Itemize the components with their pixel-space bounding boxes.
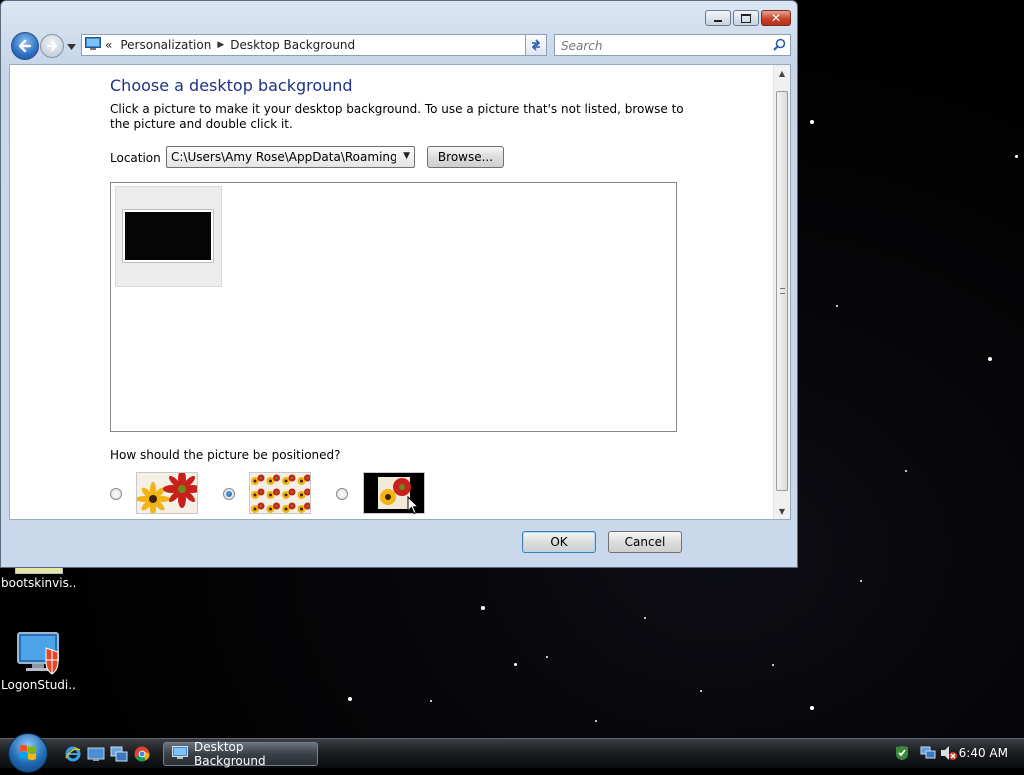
search-input[interactable] — [559, 36, 763, 56]
position-radio-fit[interactable] — [110, 488, 122, 500]
picture-thumbnail[interactable] — [115, 186, 222, 287]
tiled-flower-image-icon — [250, 473, 310, 513]
desktop-background-window: ✕ « Personalization ▶ Desktop Background — [0, 0, 798, 568]
back-arrow-icon — [18, 39, 32, 53]
search-icon[interactable] — [773, 38, 786, 54]
restore-icon — [741, 13, 751, 23]
page-description: Click a picture to make it your desktop … — [110, 102, 684, 131]
scroll-down-icon[interactable]: ▼ — [774, 503, 790, 519]
desktop-icon-label: bootskinvis... — [1, 576, 77, 590]
show-desktop-icon[interactable] — [87, 745, 105, 763]
close-button[interactable]: ✕ — [761, 10, 791, 26]
address-row: « Personalization ▶ Desktop Background — [9, 31, 791, 60]
vertical-scrollbar[interactable]: ▲ ▼ — [773, 65, 790, 519]
chevron-down-icon — [67, 44, 76, 50]
page-title: Choose a desktop background — [110, 76, 353, 95]
maximize-button[interactable] — [733, 10, 759, 26]
control-panel-icon — [172, 745, 188, 763]
address-bar[interactable]: « Personalization ▶ Desktop Background — [81, 34, 547, 56]
position-question: How should the picture be positioned? — [110, 448, 341, 462]
breadcrumb-separator-icon[interactable]: ▶ — [217, 40, 224, 50]
back-button[interactable] — [11, 32, 39, 60]
minimize-icon — [714, 19, 722, 22]
network-icon[interactable] — [920, 745, 936, 764]
browse-button[interactable]: Browse... — [427, 146, 504, 168]
dialog-footer: OK Cancel — [9, 520, 791, 560]
ok-button[interactable]: OK — [522, 531, 596, 553]
forward-button[interactable] — [40, 34, 64, 58]
taskbar: Desktop Background 6:40 AM — [0, 733, 1024, 773]
close-icon: ✕ — [770, 11, 782, 25]
scroll-up-icon[interactable]: ▲ — [774, 65, 790, 81]
breadcrumb-overflow-chevron[interactable]: « — [105, 38, 112, 52]
windows-logo-icon — [20, 745, 36, 760]
location-value: C:\Users\Amy Rose\AppData\Roaming\Mi — [171, 150, 396, 164]
position-radio-tile[interactable] — [223, 488, 235, 500]
location-select[interactable]: C:\Users\Amy Rose\AppData\Roaming\Mi ▼ — [166, 146, 415, 168]
control-panel-icon — [85, 36, 101, 54]
switch-windows-icon[interactable] — [110, 745, 128, 763]
location-label: Location — [110, 151, 161, 165]
content-pane: Choose a desktop background Click a pict… — [9, 64, 791, 520]
position-tile-preview[interactable] — [249, 472, 311, 514]
start-button[interactable] — [8, 733, 48, 773]
monitor-shield-icon — [16, 630, 62, 676]
minimize-button[interactable] — [705, 10, 731, 26]
chevron-down-icon: ▼ — [403, 151, 410, 161]
notification-area: 6:40 AM — [884, 739, 1024, 769]
mouse-cursor-icon — [407, 496, 419, 515]
internet-explorer-icon[interactable] — [64, 745, 82, 763]
refresh-button[interactable] — [525, 34, 547, 56]
taskbar-button-label: Desktop Background — [194, 740, 266, 768]
recent-pages-dropdown[interactable] — [67, 39, 76, 53]
picture-list[interactable] — [110, 182, 677, 432]
chrome-icon[interactable] — [133, 745, 151, 763]
refresh-icon — [531, 39, 541, 51]
breadcrumb-personalization[interactable]: Personalization — [120, 38, 211, 52]
volume-muted-icon[interactable] — [940, 745, 958, 764]
breadcrumb-desktop-background[interactable]: Desktop Background — [230, 38, 355, 52]
position-fit-preview[interactable] — [136, 472, 198, 514]
scroll-thumb[interactable] — [776, 91, 788, 491]
desktop-icon-label: LogonStudi... — [1, 678, 77, 692]
cancel-button[interactable]: Cancel — [608, 531, 682, 553]
thumbnail-image — [122, 209, 214, 263]
caption-buttons: ✕ — [705, 10, 791, 26]
position-radio-center[interactable] — [336, 488, 348, 500]
taskbar-button-desktop-background[interactable]: Desktop Background — [163, 740, 318, 768]
search-box[interactable] — [554, 34, 791, 56]
clock[interactable]: 6:40 AM — [959, 746, 1008, 760]
desktop-icon-logonstudio[interactable]: LogonStudi... — [1, 630, 77, 692]
flower-image-icon — [137, 473, 197, 513]
forward-arrow-icon — [47, 41, 58, 51]
security-icon[interactable] — [894, 745, 910, 764]
